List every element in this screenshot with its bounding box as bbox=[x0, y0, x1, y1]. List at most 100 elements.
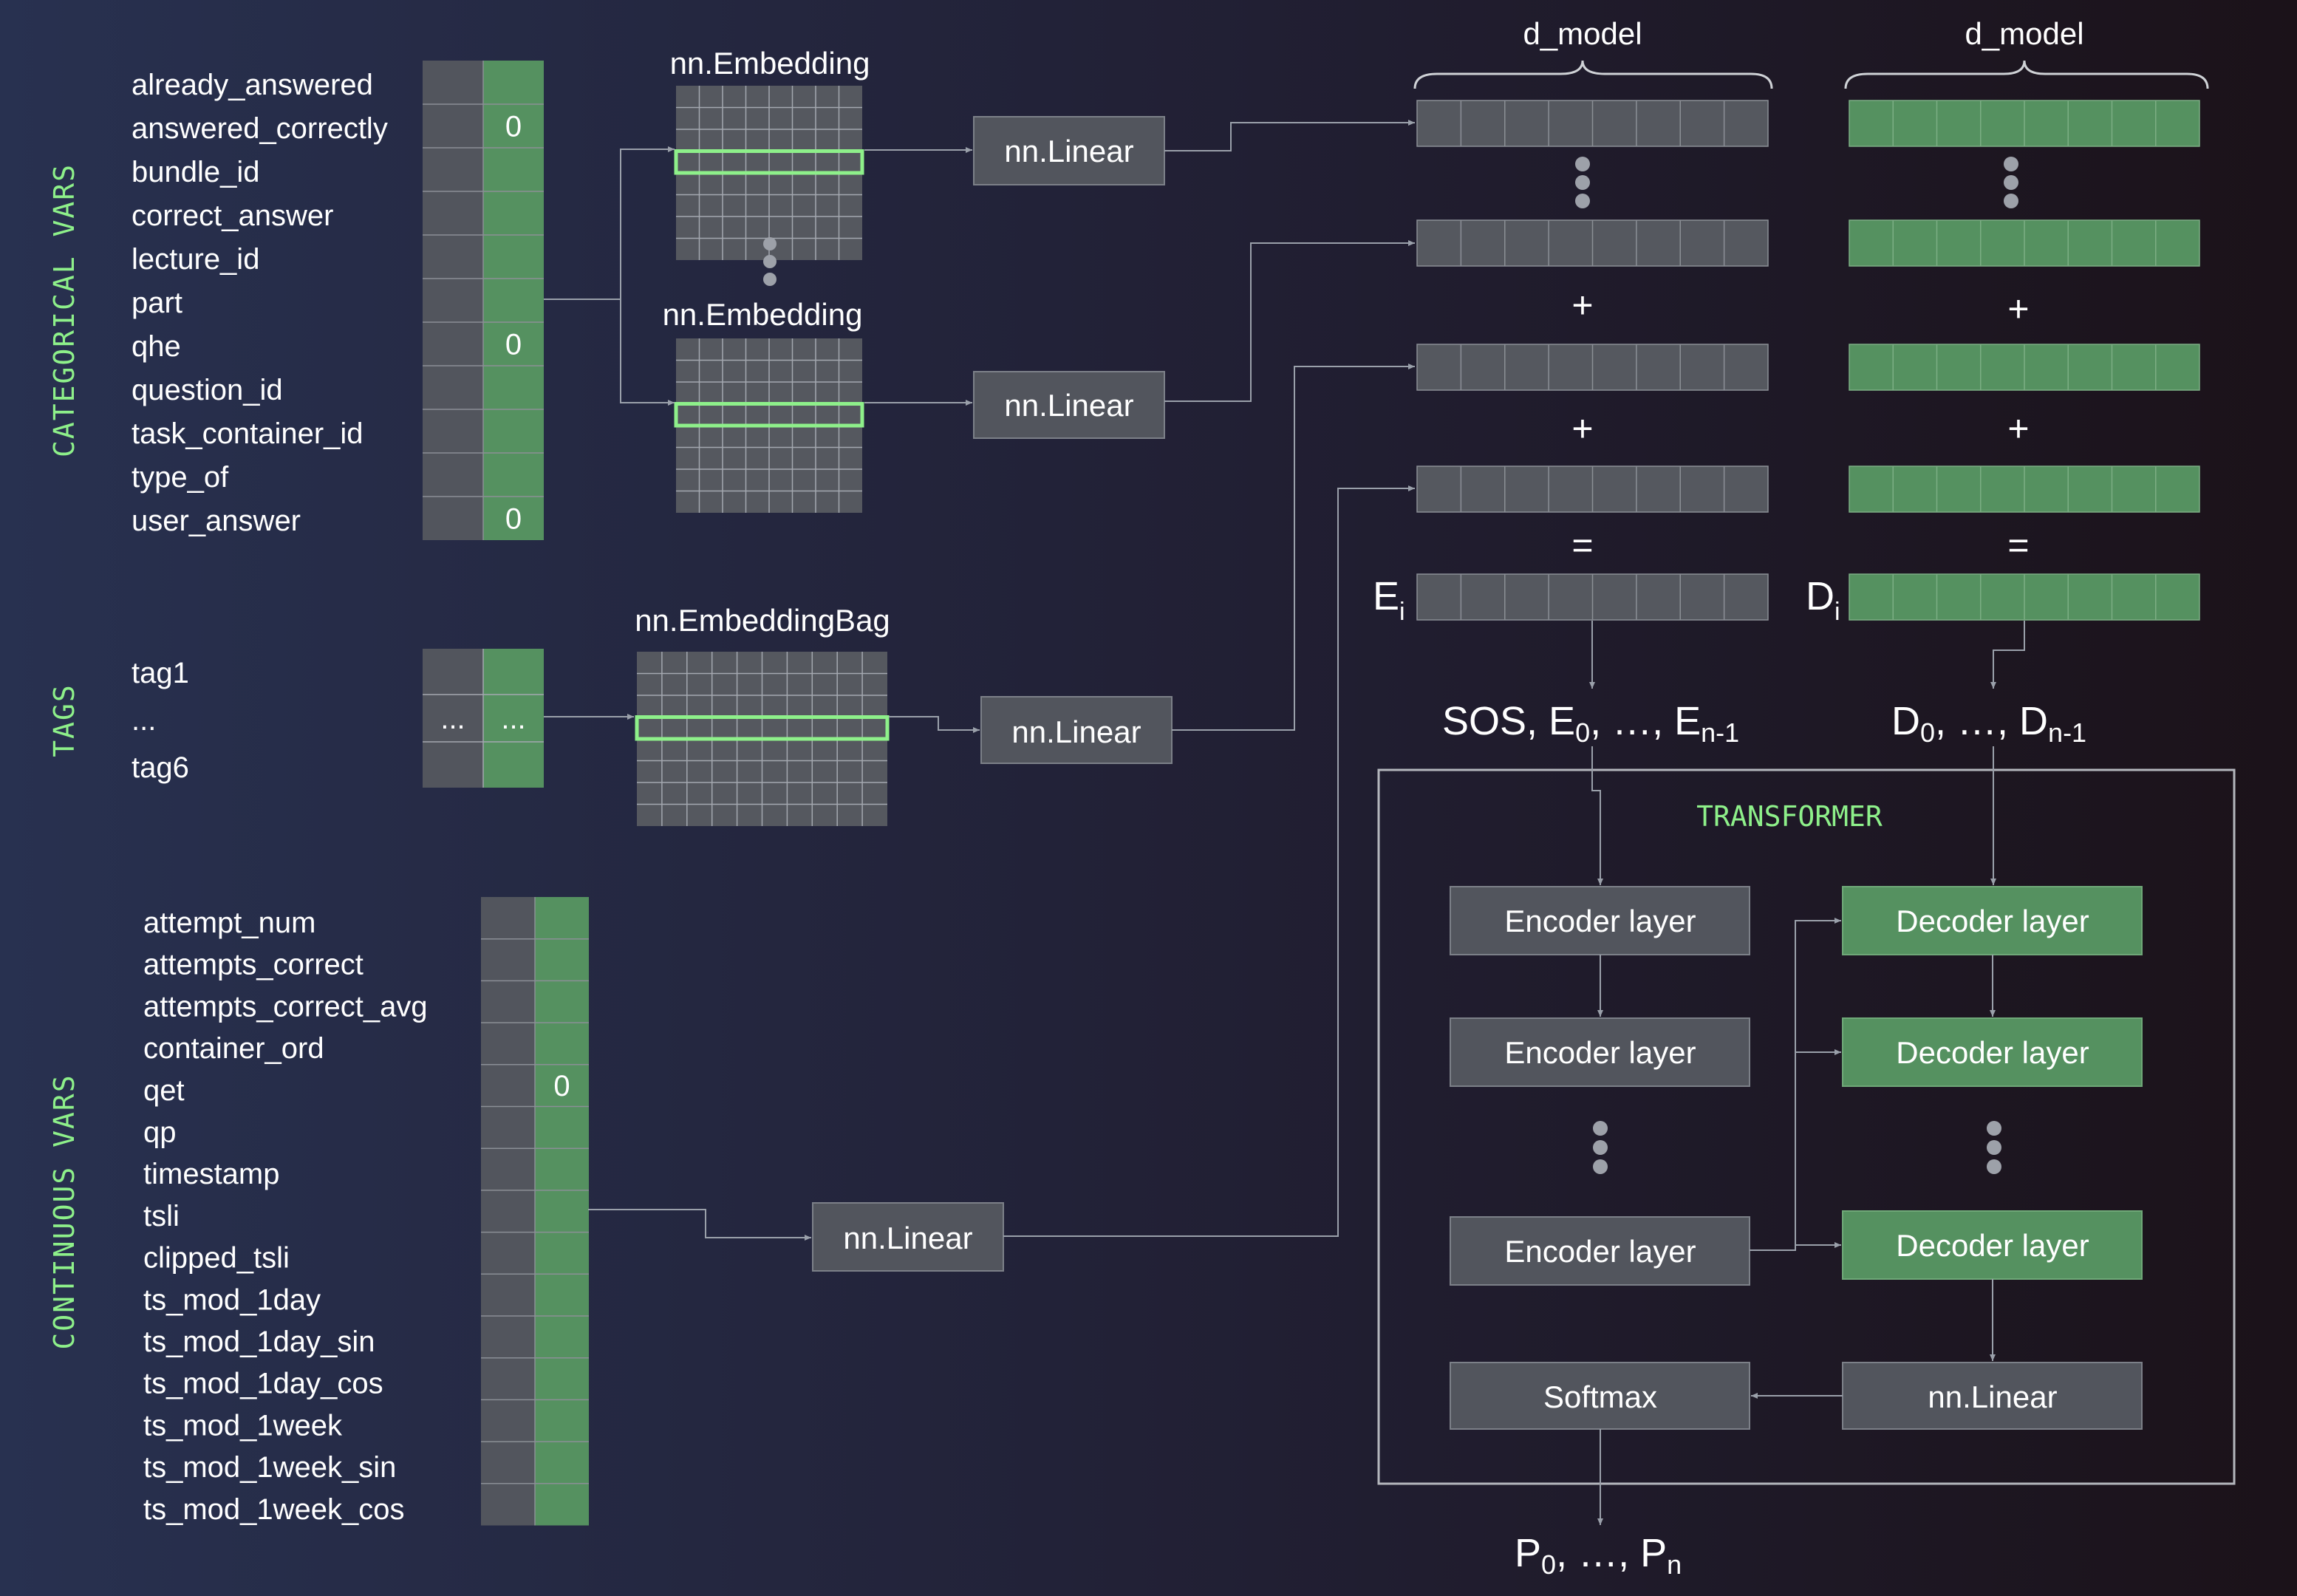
var-name: ts_mod_1day bbox=[143, 1283, 321, 1316]
decoder-layer-ellipsis bbox=[1987, 1121, 2001, 1174]
var-name: attempt_num bbox=[143, 907, 315, 939]
d-i-label: Di bbox=[1806, 574, 1840, 626]
embedding-title-2: nn.Embedding bbox=[663, 297, 863, 332]
d-model-label-encoder: d_model bbox=[1523, 16, 1642, 51]
var-name: bundle_id bbox=[132, 156, 260, 188]
var-name: type_of bbox=[132, 461, 229, 494]
d-model-brace-decoder bbox=[1844, 60, 2209, 89]
decoder-vector bbox=[1849, 344, 2200, 391]
continuous-vars-group: attempt_num attempts_correct attempts_corr… bbox=[143, 897, 589, 1526]
embedding-title-1: nn.Embedding bbox=[670, 46, 870, 81]
embedding-table-2 bbox=[674, 338, 864, 513]
var-value: 0 bbox=[505, 111, 522, 143]
encoder-plus-2: + bbox=[1571, 408, 1593, 449]
encoder-layer-n: Encoder layer bbox=[1450, 1216, 1750, 1286]
decoder-vertical-ellipsis bbox=[2004, 157, 2018, 208]
encoder-layer-2: Encoder layer bbox=[1450, 1017, 1750, 1087]
decoder-equals: = bbox=[2007, 525, 2029, 566]
decoder-input-sequence: D0, …, Dn-1 bbox=[1891, 699, 2086, 748]
var-name: part bbox=[132, 287, 182, 319]
var-value: 0 bbox=[505, 503, 522, 536]
encoder-vertical-ellipsis bbox=[1575, 157, 1590, 208]
decoder-plus-1: + bbox=[2007, 288, 2029, 330]
encoder-vector bbox=[1416, 100, 1769, 147]
tag-item: tag1 bbox=[132, 657, 189, 689]
architecture-diagram: CATEGORICAL VARS TAGS CONTINUOUS VARS al… bbox=[48, 16, 2236, 1580]
var-name: attempts_correct_avg bbox=[143, 990, 428, 1023]
encoder-vector bbox=[1416, 573, 1769, 621]
embedding-table-1 bbox=[674, 86, 864, 260]
softmax-box: Softmax bbox=[1450, 1362, 1750, 1430]
encoder-layer-ellipsis bbox=[1593, 1121, 1608, 1174]
transformer-linear-box: nn.Linear bbox=[1842, 1362, 2143, 1430]
decoder-vector bbox=[1849, 573, 2200, 621]
output-probabilities: P0, …, Pn bbox=[1515, 1531, 1682, 1580]
linear-box-continuous-label: nn.Linear bbox=[843, 1221, 972, 1255]
decoder-layer-n: Decoder layer bbox=[1842, 1210, 2143, 1280]
linear-box-1-label: nn.Linear bbox=[1004, 134, 1133, 168]
encoder-equals: = bbox=[1571, 525, 1593, 566]
var-name: clipped_tsli bbox=[143, 1242, 290, 1275]
transformer-title: TRANSFORMER bbox=[1696, 800, 1883, 833]
encoder-vector bbox=[1416, 219, 1769, 267]
embedding-ellipsis bbox=[763, 237, 777, 286]
var-name: qhe bbox=[132, 330, 181, 363]
decoder-vector bbox=[1849, 219, 2200, 267]
var-name: timestamp bbox=[143, 1158, 280, 1190]
var-name: ts_mod_1week bbox=[143, 1409, 343, 1442]
transformer-linear-label: nn.Linear bbox=[1928, 1380, 2057, 1414]
var-value: 0 bbox=[505, 329, 522, 361]
tag-vector-left-ellipsis: ... bbox=[440, 703, 465, 735]
var-name: user_answer bbox=[132, 505, 301, 537]
var-value: 0 bbox=[553, 1070, 570, 1102]
var-name: lecture_id bbox=[132, 243, 259, 276]
continuous-vars-label: CONTINUOUS VARS bbox=[48, 1074, 81, 1349]
var-name: container_ord bbox=[143, 1032, 324, 1065]
var-name: answered_correctly bbox=[132, 112, 388, 145]
var-name: correct_answer bbox=[132, 200, 333, 232]
linear-box-tags-label: nn.Linear bbox=[1011, 715, 1141, 749]
var-name: ts_mod_1week_sin bbox=[143, 1451, 396, 1484]
var-name: qp bbox=[143, 1116, 177, 1149]
encoder-vector bbox=[1416, 344, 1769, 391]
encoder-plus-1: + bbox=[1571, 284, 1593, 326]
d-model-brace-encoder bbox=[1413, 60, 1773, 89]
categorical-vars-label: CATEGORICAL VARS bbox=[48, 163, 81, 457]
linear-box-continuous: nn.Linear bbox=[812, 1202, 1004, 1272]
linear-box-2-label: nn.Linear bbox=[1004, 388, 1133, 423]
var-name: ts_mod_1day_sin bbox=[143, 1326, 375, 1358]
decoder-layer-2-label: Decoder layer bbox=[1896, 1035, 2089, 1070]
decoder-vector bbox=[1849, 466, 2200, 513]
embedding-bag-table bbox=[635, 652, 890, 826]
tags-label: TAGS bbox=[48, 683, 81, 757]
encoder-vector bbox=[1416, 466, 1769, 513]
var-name: attempts_correct bbox=[143, 949, 364, 981]
tag-item: ... bbox=[132, 704, 156, 737]
var-name: ts_mod_1week_cos bbox=[143, 1493, 405, 1526]
softmax-label: Softmax bbox=[1543, 1380, 1657, 1414]
decoder-vector bbox=[1849, 100, 2200, 147]
encoder-layer-1-label: Encoder layer bbox=[1504, 904, 1696, 938]
linear-box-1: nn.Linear bbox=[973, 116, 1165, 185]
categorical-vars-group: already_answered answered_correctly 0 bundl… bbox=[132, 61, 544, 540]
tags-group: tag1 ... tag6 ... ... bbox=[132, 649, 544, 788]
decoder-layer-n-label: Decoder layer bbox=[1896, 1228, 2089, 1263]
tag-vector-right-ellipsis: ... bbox=[501, 703, 525, 735]
encoder-layer-n-label: Encoder layer bbox=[1504, 1234, 1696, 1269]
decoder-layer-1-label: Decoder layer bbox=[1896, 904, 2089, 938]
d-model-label-decoder: d_model bbox=[1965, 16, 2083, 51]
var-name: qet bbox=[143, 1074, 185, 1107]
decoder-layer-1: Decoder layer bbox=[1842, 886, 2143, 955]
var-name: task_container_id bbox=[132, 417, 364, 450]
decoder-layer-2: Decoder layer bbox=[1842, 1017, 2143, 1087]
tag-item: tag6 bbox=[132, 751, 189, 784]
var-name: tsli bbox=[143, 1200, 180, 1232]
var-name: ts_mod_1day_cos bbox=[143, 1368, 383, 1400]
encoder-layer-2-label: Encoder layer bbox=[1504, 1035, 1696, 1070]
e-i-label: Ei bbox=[1373, 574, 1405, 626]
var-name: question_id bbox=[132, 374, 283, 406]
encoder-layer-1: Encoder layer bbox=[1450, 886, 1750, 955]
encoder-input-sequence: SOS, E0, …, En-1 bbox=[1442, 699, 1739, 748]
decoder-plus-2: + bbox=[2007, 408, 2029, 449]
var-name: already_answered bbox=[132, 69, 373, 101]
